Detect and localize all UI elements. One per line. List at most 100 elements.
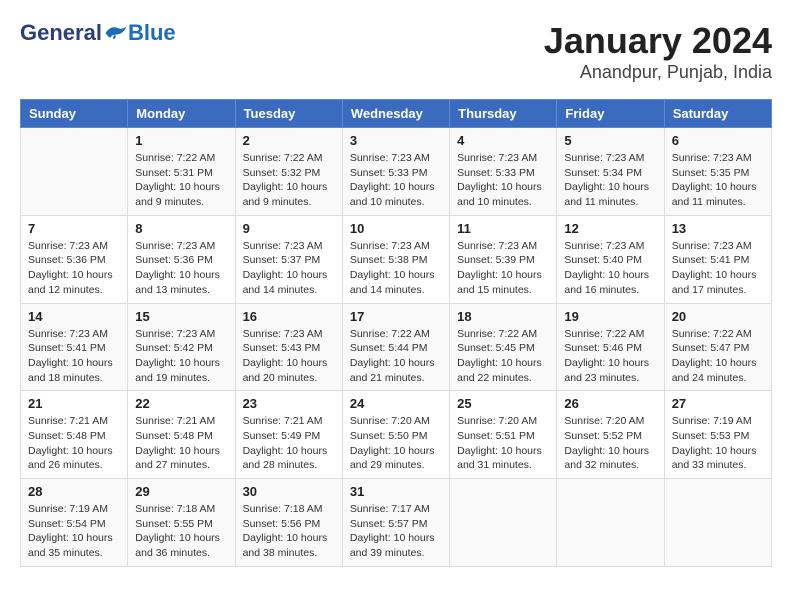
day-info: Sunrise: 7:23 AMSunset: 5:41 PMDaylight:… xyxy=(28,327,120,386)
day-info: Sunrise: 7:20 AMSunset: 5:51 PMDaylight:… xyxy=(457,414,549,473)
day-number: 7 xyxy=(28,221,120,236)
logo-bird-icon xyxy=(104,23,128,43)
calendar-week-row: 14 Sunrise: 7:23 AMSunset: 5:41 PMDayligh… xyxy=(21,303,772,391)
day-number: 27 xyxy=(672,396,764,411)
day-number: 17 xyxy=(350,309,442,324)
day-number: 21 xyxy=(28,396,120,411)
day-number: 6 xyxy=(672,133,764,148)
day-number: 22 xyxy=(135,396,227,411)
weekday-header-cell: Monday xyxy=(128,100,235,128)
calendar-subtitle: Anandpur, Punjab, India xyxy=(544,62,772,83)
calendar-day-cell: 30 Sunrise: 7:18 AMSunset: 5:56 PMDayligh… xyxy=(235,479,342,567)
day-info: Sunrise: 7:23 AMSunset: 5:36 PMDaylight:… xyxy=(135,239,227,298)
day-info: Sunrise: 7:22 AMSunset: 5:45 PMDaylight:… xyxy=(457,327,549,386)
day-number: 2 xyxy=(243,133,335,148)
day-number: 9 xyxy=(243,221,335,236)
day-number: 31 xyxy=(350,484,442,499)
day-number: 3 xyxy=(350,133,442,148)
calendar-day-cell: 25Sunrise: 7:20 AMSunset: 5:51 PMDayligh… xyxy=(450,391,557,479)
day-info: Sunrise: 7:21 AMSunset: 5:48 PMDaylight:… xyxy=(28,414,120,473)
calendar-day-cell: 26 Sunrise: 7:20 AMSunset: 5:52 PMDayligh… xyxy=(557,391,664,479)
day-info: Sunrise: 7:23 AMSunset: 5:37 PMDaylight:… xyxy=(243,239,335,298)
day-info: Sunrise: 7:21 AMSunset: 5:49 PMDaylight:… xyxy=(243,414,335,473)
day-info: Sunrise: 7:20 AMSunset: 5:52 PMDaylight:… xyxy=(564,414,656,473)
day-number: 4 xyxy=(457,133,549,148)
day-info: Sunrise: 7:23 AMSunset: 5:39 PMDaylight:… xyxy=(457,239,549,298)
calendar-day-cell: 12Sunrise: 7:23 AMSunset: 5:40 PMDayligh… xyxy=(557,215,664,303)
day-info: Sunrise: 7:23 AMSunset: 5:43 PMDaylight:… xyxy=(243,327,335,386)
day-number: 29 xyxy=(135,484,227,499)
weekday-header-cell: Wednesday xyxy=(342,100,449,128)
day-info: Sunrise: 7:18 AMSunset: 5:55 PMDaylight:… xyxy=(135,502,227,561)
calendar-day-cell: 3 Sunrise: 7:23 AMSunset: 5:33 PMDaylight… xyxy=(342,128,449,216)
day-number: 10 xyxy=(350,221,442,236)
day-info: Sunrise: 7:23 AMSunset: 5:34 PMDaylight:… xyxy=(564,151,656,210)
calendar-title: January 2024 xyxy=(544,20,772,62)
calendar-day-cell: 1 Sunrise: 7:22 AMSunset: 5:31 PMDaylight… xyxy=(128,128,235,216)
day-number: 23 xyxy=(243,396,335,411)
day-info: Sunrise: 7:23 AMSunset: 5:41 PMDaylight:… xyxy=(672,239,764,298)
weekday-header-cell: Tuesday xyxy=(235,100,342,128)
day-info: Sunrise: 7:23 AMSunset: 5:36 PMDaylight:… xyxy=(28,239,120,298)
day-number: 11 xyxy=(457,221,549,236)
calendar-day-cell: 28 Sunrise: 7:19 AMSunset: 5:54 PMDayligh… xyxy=(21,479,128,567)
calendar-day-cell: 31 Sunrise: 7:17 AMSunset: 5:57 PMDayligh… xyxy=(342,479,449,567)
day-number: 28 xyxy=(28,484,120,499)
day-number: 20 xyxy=(672,309,764,324)
day-info: Sunrise: 7:23 AMSunset: 5:33 PMDaylight:… xyxy=(457,151,549,210)
day-number: 16 xyxy=(243,309,335,324)
logo: General Blue xyxy=(20,20,176,46)
day-info: Sunrise: 7:23 AMSunset: 5:40 PMDaylight:… xyxy=(564,239,656,298)
day-info: Sunrise: 7:22 AMSunset: 5:32 PMDaylight:… xyxy=(243,151,335,210)
day-number: 8 xyxy=(135,221,227,236)
day-info: Sunrise: 7:23 AMSunset: 5:35 PMDaylight:… xyxy=(672,151,764,210)
calendar-day-cell: 6 Sunrise: 7:23 AMSunset: 5:35 PMDaylight… xyxy=(664,128,771,216)
calendar-week-row: 28 Sunrise: 7:19 AMSunset: 5:54 PMDayligh… xyxy=(21,479,772,567)
calendar-day-cell: 21 Sunrise: 7:21 AMSunset: 5:48 PMDayligh… xyxy=(21,391,128,479)
day-info: Sunrise: 7:19 AMSunset: 5:54 PMDaylight:… xyxy=(28,502,120,561)
day-number: 26 xyxy=(564,396,656,411)
calendar-day-cell: 9 Sunrise: 7:23 AMSunset: 5:37 PMDaylight… xyxy=(235,215,342,303)
calendar-week-row: 21 Sunrise: 7:21 AMSunset: 5:48 PMDayligh… xyxy=(21,391,772,479)
weekday-header-row: SundayMondayTuesdayWednesdayThursdayFrid… xyxy=(21,100,772,128)
day-info: Sunrise: 7:19 AMSunset: 5:53 PMDaylight:… xyxy=(672,414,764,473)
day-number: 15 xyxy=(135,309,227,324)
calendar-week-row: 1 Sunrise: 7:22 AMSunset: 5:31 PMDaylight… xyxy=(21,128,772,216)
calendar-day-cell: 13 Sunrise: 7:23 AMSunset: 5:41 PMDayligh… xyxy=(664,215,771,303)
day-number: 1 xyxy=(135,133,227,148)
day-number: 14 xyxy=(28,309,120,324)
day-info: Sunrise: 7:22 AMSunset: 5:47 PMDaylight:… xyxy=(672,327,764,386)
calendar-day-cell: 7 Sunrise: 7:23 AMSunset: 5:36 PMDaylight… xyxy=(21,215,128,303)
day-info: Sunrise: 7:17 AMSunset: 5:57 PMDaylight:… xyxy=(350,502,442,561)
calendar-week-row: 7 Sunrise: 7:23 AMSunset: 5:36 PMDaylight… xyxy=(21,215,772,303)
calendar-day-cell xyxy=(450,479,557,567)
day-info: Sunrise: 7:23 AMSunset: 5:38 PMDaylight:… xyxy=(350,239,442,298)
day-info: Sunrise: 7:22 AMSunset: 5:31 PMDaylight:… xyxy=(135,151,227,210)
calendar-day-cell: 19Sunrise: 7:22 AMSunset: 5:46 PMDayligh… xyxy=(557,303,664,391)
calendar-day-cell xyxy=(664,479,771,567)
calendar-day-cell: 14 Sunrise: 7:23 AMSunset: 5:41 PMDayligh… xyxy=(21,303,128,391)
calendar-day-cell: 24Sunrise: 7:20 AMSunset: 5:50 PMDayligh… xyxy=(342,391,449,479)
calendar-day-cell: 22Sunrise: 7:21 AMSunset: 5:48 PMDayligh… xyxy=(128,391,235,479)
calendar-day-cell: 16 Sunrise: 7:23 AMSunset: 5:43 PMDayligh… xyxy=(235,303,342,391)
calendar-day-cell: 20 Sunrise: 7:22 AMSunset: 5:47 PMDayligh… xyxy=(664,303,771,391)
weekday-header-cell: Saturday xyxy=(664,100,771,128)
calendar-day-cell: 8 Sunrise: 7:23 AMSunset: 5:36 PMDaylight… xyxy=(128,215,235,303)
weekday-header-cell: Sunday xyxy=(21,100,128,128)
calendar-day-cell: 2 Sunrise: 7:22 AMSunset: 5:32 PMDaylight… xyxy=(235,128,342,216)
calendar-day-cell: 23 Sunrise: 7:21 AMSunset: 5:49 PMDayligh… xyxy=(235,391,342,479)
calendar-day-cell: 17Sunrise: 7:22 AMSunset: 5:44 PMDayligh… xyxy=(342,303,449,391)
day-number: 13 xyxy=(672,221,764,236)
day-info: Sunrise: 7:18 AMSunset: 5:56 PMDaylight:… xyxy=(243,502,335,561)
day-number: 18 xyxy=(457,309,549,324)
day-info: Sunrise: 7:23 AMSunset: 5:42 PMDaylight:… xyxy=(135,327,227,386)
weekday-header-cell: Thursday xyxy=(450,100,557,128)
day-number: 19 xyxy=(564,309,656,324)
day-info: Sunrise: 7:23 AMSunset: 5:33 PMDaylight:… xyxy=(350,151,442,210)
calendar-day-cell: 27 Sunrise: 7:19 AMSunset: 5:53 PMDayligh… xyxy=(664,391,771,479)
weekday-header-cell: Friday xyxy=(557,100,664,128)
calendar-day-cell: 11 Sunrise: 7:23 AMSunset: 5:39 PMDayligh… xyxy=(450,215,557,303)
day-number: 30 xyxy=(243,484,335,499)
logo-general: General xyxy=(20,20,102,46)
calendar-day-cell: 29 Sunrise: 7:18 AMSunset: 5:55 PMDayligh… xyxy=(128,479,235,567)
